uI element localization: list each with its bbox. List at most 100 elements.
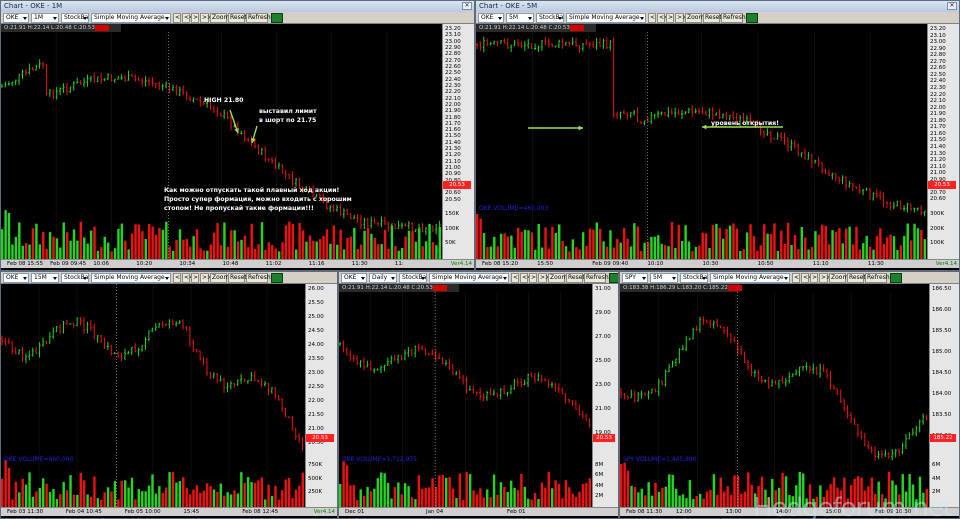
next-button[interactable]: >: [191, 273, 199, 283]
chart-settings-icon[interactable]: [746, 13, 758, 23]
fast-forward-button[interactable]: >>: [675, 13, 687, 23]
volume-bar: [362, 495, 366, 507]
prev-button[interactable]: <: [792, 273, 800, 283]
refresh-button[interactable]: Refresh: [246, 273, 271, 283]
reset-button[interactable]: Reset: [228, 273, 247, 283]
fast-forward-button[interactable]: >>: [538, 273, 550, 283]
refresh-button[interactable]: Refresh: [246, 13, 271, 23]
next-button[interactable]: >: [529, 273, 537, 283]
close-icon[interactable]: ✕: [947, 2, 957, 10]
chart-settings-icon[interactable]: [271, 273, 283, 283]
volume-bar: [728, 225, 732, 259]
volume-bar: [127, 249, 130, 259]
price-chart[interactable]: [476, 32, 927, 259]
rewind-button[interactable]: <<: [801, 273, 813, 283]
next-button[interactable]: >: [810, 273, 818, 283]
prev-button[interactable]: <: [173, 13, 181, 23]
symbol-select[interactable]: OKE: [478, 13, 504, 23]
rewind-button[interactable]: <<: [657, 13, 669, 23]
volume-bar: [410, 497, 414, 507]
price-tick-label: 22.00: [445, 101, 461, 108]
volume-bar: [21, 245, 24, 259]
volume-bar: [240, 472, 243, 507]
volume-bar: [506, 236, 510, 259]
zoom-button[interactable]: Zoom: [548, 273, 567, 283]
fast-forward-button[interactable]: >>: [819, 273, 831, 283]
price-chart[interactable]: [1, 32, 442, 259]
refresh-button[interactable]: Refresh: [865, 273, 890, 283]
chart-settings-icon[interactable]: [609, 273, 618, 283]
volume-bar: [89, 230, 93, 259]
volume-bar: [421, 488, 424, 507]
prev-button[interactable]: <: [511, 273, 519, 283]
prev-button[interactable]: <: [648, 13, 656, 23]
reset-button[interactable]: Reset: [566, 273, 585, 283]
volume-bar: [7, 467, 11, 507]
price-tick-label: 21.60: [445, 127, 461, 134]
bar-type-select[interactable]: StockBar: [399, 273, 427, 283]
next-button[interactable]: >: [666, 13, 674, 23]
rewind-button[interactable]: <<: [520, 273, 532, 283]
interval-select[interactable]: 5M: [506, 13, 534, 23]
price-chart[interactable]: [1, 284, 305, 507]
indicator-select[interactable]: Simple Moving Average: [91, 13, 171, 23]
reset-button[interactable]: Reset: [847, 273, 866, 283]
rewind-button[interactable]: <<: [182, 273, 194, 283]
interval-select[interactable]: 1M: [31, 13, 59, 23]
chart-annotation: HIGH 21.80: [204, 97, 244, 104]
volume-bar: [740, 493, 743, 507]
zoom-button[interactable]: Zoom: [210, 273, 229, 283]
close-icon[interactable]: ✕: [462, 2, 472, 10]
zoom-button[interactable]: Zoom: [685, 13, 704, 23]
chart-area: SPY VOLUME=1,445,800: [620, 292, 929, 507]
bar-type-select[interactable]: StockBar: [680, 273, 708, 283]
volume-bar: [120, 223, 124, 259]
indicator-select[interactable]: Simple Moving Average: [429, 273, 509, 283]
volume-bar: [96, 250, 100, 259]
price-chart[interactable]: [620, 292, 929, 507]
volume-bar: [243, 482, 246, 507]
interval-select[interactable]: 15M: [31, 273, 59, 283]
volume-readout: SPY VOLUME=1,445,800: [623, 456, 697, 463]
chart-toolbar: OKE 1M StockBar Simple Moving Average < << > >>…: [1, 12, 474, 24]
volume-bar: [243, 235, 247, 259]
chart-settings-icon[interactable]: [890, 273, 902, 283]
price-chart[interactable]: [339, 292, 592, 507]
time-tick-label: 10:10: [647, 261, 664, 267]
interval-select[interactable]: Daily: [369, 273, 397, 283]
chart-settings-icon[interactable]: [271, 13, 283, 23]
time-tick-label: 11:10: [812, 261, 829, 267]
reset-button[interactable]: Reset: [703, 13, 722, 23]
volume-bar: [130, 233, 134, 259]
price-tick-label: 24.00: [308, 342, 324, 348]
symbol-select[interactable]: SPY: [622, 273, 648, 283]
bar-type-select[interactable]: StockBar: [536, 13, 564, 23]
interval-select[interactable]: 5M: [650, 273, 678, 283]
symbol-select[interactable]: OKE: [3, 13, 29, 23]
indicator-select[interactable]: Simple Moving Average: [91, 273, 171, 283]
reset-button[interactable]: Reset: [228, 13, 247, 23]
refresh-button[interactable]: Refresh: [584, 273, 609, 283]
volume-tick-label: 750K: [308, 462, 323, 468]
symbol-select[interactable]: OKE: [341, 273, 367, 283]
volume-bar: [678, 495, 681, 507]
price-tick-label: 21.80: [445, 114, 461, 121]
volume-bar: [726, 486, 729, 507]
symbol-select[interactable]: OKE: [3, 273, 29, 283]
fast-forward-button[interactable]: >>: [200, 13, 212, 23]
bar-type-select[interactable]: StockBar: [61, 273, 89, 283]
fast-forward-button[interactable]: >>: [200, 273, 212, 283]
bar-type-select[interactable]: StockBar: [61, 13, 89, 23]
prev-button[interactable]: <: [173, 273, 181, 283]
price-axis: 26.00 25.50 25.00 24.50 24.00 23.50 23.00 22.50…: [305, 284, 337, 507]
indicator-select[interactable]: Simple Moving Average: [710, 273, 790, 283]
indicator-select[interactable]: Simple Moving Average: [566, 13, 646, 23]
volume-bar: [743, 491, 747, 507]
refresh-button[interactable]: Refresh: [721, 13, 746, 23]
zoom-button[interactable]: Zoom: [210, 13, 229, 23]
volume-bar: [82, 480, 86, 507]
rewind-button[interactable]: <<: [182, 13, 194, 23]
time-axis: Feb 08 15:20 15:50 Feb 09 09:40 10:10 10:30 1…: [476, 259, 959, 268]
next-button[interactable]: >: [191, 13, 199, 23]
zoom-button[interactable]: Zoom: [829, 273, 848, 283]
